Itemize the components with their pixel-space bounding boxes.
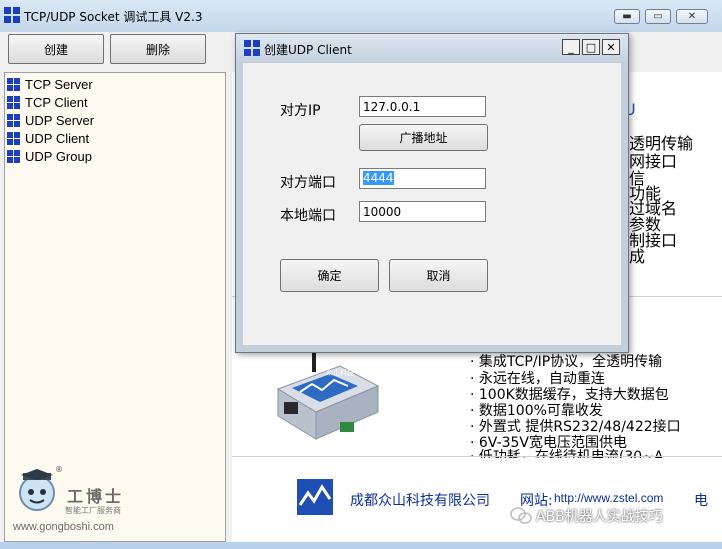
tree-item-label: UDP Group: [25, 148, 92, 164]
logo-slogan: 智能工厂服务商: [65, 506, 121, 515]
company-name: 成都众山科技有限公司: [350, 493, 490, 509]
maximize-icon: □: [585, 40, 597, 54]
wechat-icon: [510, 507, 532, 524]
local-port-label: 本地端口: [280, 208, 336, 224]
close-icon: ✕: [606, 40, 616, 54]
feature-line: · 外置式 提供RS232/48/422接口: [470, 419, 681, 435]
socket-icon: [7, 77, 20, 91]
registered-mark: ®: [55, 465, 63, 474]
peer-ip-label: 对方IP: [280, 103, 321, 119]
minimize-icon: ▬: [622, 11, 632, 22]
dialog-minimize-button[interactable]: _: [562, 39, 580, 55]
ok-button[interactable]: 确定: [280, 259, 379, 292]
feature-line: · 数据100%可靠收发: [470, 403, 603, 419]
dialog-title: 创建UDP Client: [264, 43, 352, 57]
maximize-button[interactable]: ▭: [645, 9, 671, 24]
phone-label: 电: [694, 493, 708, 509]
device-brand: 众山科技: [326, 369, 354, 377]
device-image: [276, 346, 380, 440]
feature-line: · 永远在线，自动重连: [470, 371, 605, 387]
dialog-app-icon: [244, 40, 260, 56]
dialog-maximize-button[interactable]: □: [582, 39, 600, 55]
tree-item-label: UDP Server: [25, 112, 95, 128]
divider: [232, 456, 722, 457]
title-bar: TCP/UDP Socket 调试工具 V2.3 ▬ ▭ ✕: [0, 0, 722, 32]
mascot-icon: [19, 469, 55, 511]
window-bottom-border: [0, 542, 722, 549]
create-udp-client-dialog: 创建UDP Client _ □ ✕ 对方IP 广播地址 对方端口 4444 本…: [235, 33, 629, 353]
tree-item-label: UDP Client: [25, 130, 90, 146]
partial-text: 成: [629, 247, 646, 266]
gongboshi-logo: ® 工博士 智能工厂服务商 www.gongboshi.com: [9, 465, 224, 540]
tree-item-udp-server[interactable]: UDP Server: [7, 111, 94, 129]
dialog-title-bar[interactable]: 创建UDP Client _ □ ✕: [236, 34, 628, 62]
app-icon: [4, 7, 20, 23]
main-window: TCP/UDP Socket 调试工具 V2.3 ▬ ▭ ✕ 创建 删除 TCP…: [0, 0, 722, 549]
cancel-button[interactable]: 取消: [389, 259, 488, 292]
tree-item-label: TCP Client: [25, 94, 88, 110]
create-button[interactable]: 创建: [8, 34, 104, 64]
minimize-icon: _: [568, 40, 574, 54]
window-title: TCP/UDP Socket 调试工具 V2.3: [24, 10, 203, 24]
delete-button[interactable]: 删除: [110, 34, 206, 64]
connection-tree[interactable]: TCP Server TCP Client UDP Server UDP Cli…: [4, 72, 226, 542]
peer-ip-input[interactable]: [359, 96, 486, 117]
local-port-input[interactable]: [359, 201, 486, 222]
peer-port-value: 4444: [363, 171, 394, 185]
socket-icon: [7, 131, 20, 145]
dialog-body: 对方IP 广播地址 对方端口 4444 本地端口 确定 取消: [243, 63, 621, 345]
logo-url: www.gongboshi.com: [13, 521, 114, 533]
close-icon: ✕: [687, 11, 697, 22]
dialog-close-button[interactable]: ✕: [602, 39, 620, 55]
watermark-text: ABB机器人实战技巧: [536, 509, 663, 525]
feature-line: · 集成TCP/IP协议，全透明传输: [470, 354, 663, 370]
tree-item-tcp-server[interactable]: TCP Server: [7, 75, 93, 93]
company-logo-icon: [297, 479, 333, 515]
peer-port-input[interactable]: 4444: [359, 168, 486, 189]
socket-icon: [7, 149, 20, 163]
logo-name: 工博士: [67, 487, 125, 506]
tree-item-label: TCP Server: [25, 76, 93, 92]
broadcast-address-button[interactable]: 广播地址: [359, 124, 488, 151]
peer-port-label: 对方端口: [280, 175, 336, 191]
maximize-icon: ▭: [653, 11, 663, 22]
tree-item-udp-client[interactable]: UDP Client: [7, 129, 89, 147]
tree-item-tcp-client[interactable]: TCP Client: [7, 93, 88, 111]
wechat-watermark: ABB机器人实战技巧: [510, 506, 663, 526]
minimize-button[interactable]: ▬: [614, 9, 640, 24]
feature-line: · 100K数据缓存，支持大数据包: [470, 387, 669, 403]
tree-item-udp-group[interactable]: UDP Group: [7, 147, 92, 165]
website-link[interactable]: http://www.zstel.com: [554, 491, 663, 505]
socket-icon: [7, 113, 20, 127]
close-button[interactable]: ✕: [676, 9, 708, 24]
socket-icon: [7, 95, 20, 109]
